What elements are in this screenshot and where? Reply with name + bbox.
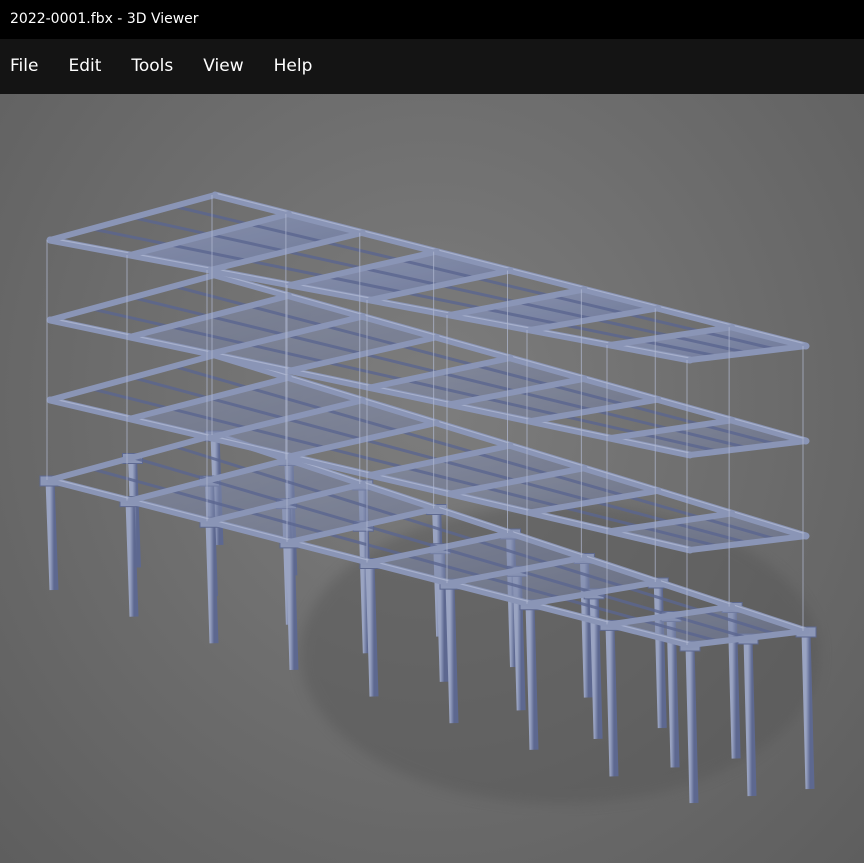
building-frame [45, 191, 810, 649]
title-bar: 2022-0001.fbx - 3D Viewer [0, 0, 864, 39]
app-window: 2022-0001.fbx - 3D Viewer File Edit Tool… [0, 0, 864, 863]
structural-frame-model[interactable] [0, 94, 864, 863]
menu-tools[interactable]: Tools [116, 39, 188, 94]
menu-file[interactable]: File [0, 39, 53, 94]
menu-edit[interactable]: Edit [53, 39, 116, 94]
menu-help[interactable]: Help [259, 39, 328, 94]
window-title: 2022-0001.fbx - 3D Viewer [10, 11, 199, 27]
3d-viewport[interactable] [0, 94, 864, 863]
menu-view[interactable]: View [188, 39, 258, 94]
menu-bar: File Edit Tools View Help [0, 39, 864, 94]
